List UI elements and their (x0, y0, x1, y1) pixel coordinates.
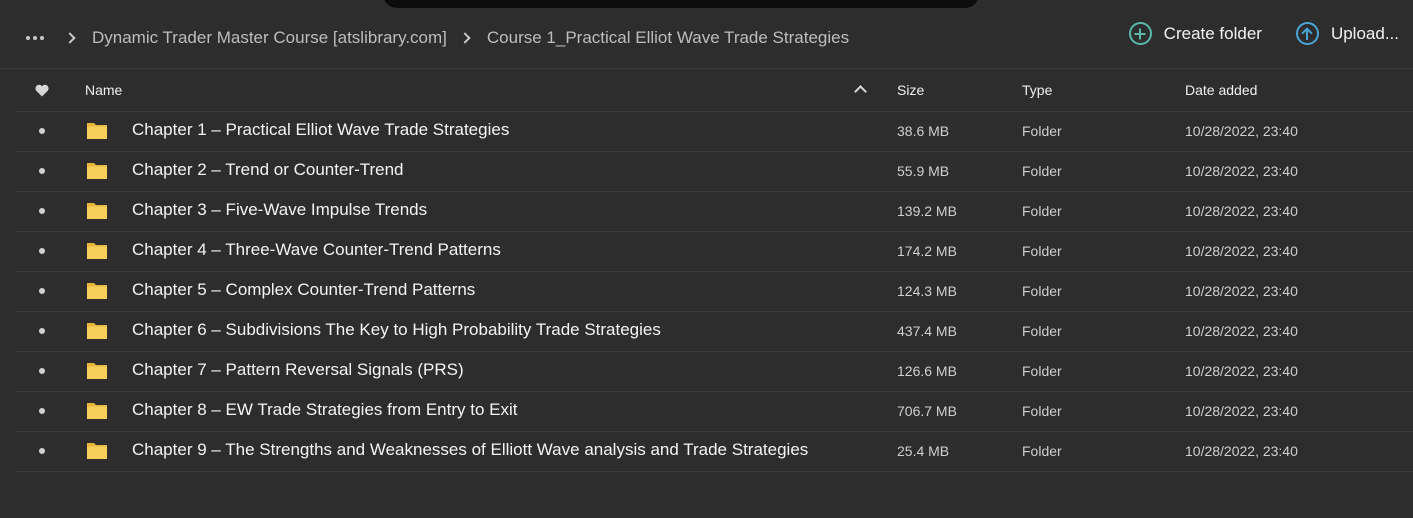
folder-icon (87, 203, 107, 219)
sort-ascending-icon[interactable] (854, 85, 867, 98)
table-row[interactable]: Chapter 7 – Pattern Reversal Signals (PR… (16, 352, 1413, 392)
file-name[interactable]: Chapter 1 – Practical Elliot Wave Trade … (132, 120, 509, 140)
file-size: 25.4 MB (897, 443, 950, 459)
file-type: Folder (1022, 163, 1062, 179)
breadcrumb-item-course[interactable]: Dynamic Trader Master Course [atslibrary… (92, 28, 447, 48)
header-bar: Dynamic Trader Master Course [atslibrary… (0, 0, 1413, 69)
file-date-added: 10/28/2022, 23:40 (1185, 363, 1298, 379)
table-row[interactable]: Chapter 5 – Complex Counter-Trend Patter… (16, 272, 1413, 312)
bullet-dot (39, 408, 45, 414)
bullet-dot (39, 448, 45, 454)
bullet-dot (39, 168, 45, 174)
file-type: Folder (1022, 123, 1062, 139)
table-row[interactable]: Chapter 2 – Trend or Counter-Trend 55.9 M… (16, 152, 1413, 192)
file-size: 38.6 MB (897, 123, 950, 139)
file-size: 126.6 MB (897, 363, 957, 379)
folder-icon (87, 403, 107, 419)
file-size: 124.3 MB (897, 283, 957, 299)
create-folder-button[interactable]: Create folder (1128, 22, 1262, 45)
folder-icon (87, 363, 107, 379)
table-row[interactable]: Chapter 6 – Subdivisions The Key to High… (16, 312, 1413, 352)
file-table: Name Size Type Date added Chapter 1 – Pr… (16, 70, 1413, 472)
column-header-name[interactable]: Name (85, 82, 122, 98)
column-header-size[interactable]: Size (897, 82, 924, 98)
table-row[interactable]: Chapter 3 – Five-Wave Impulse Trends 139.… (16, 192, 1413, 232)
file-date-added: 10/28/2022, 23:40 (1185, 403, 1298, 419)
breadcrumb: Dynamic Trader Master Course [atslibrary… (26, 24, 849, 52)
plus-circle-icon (1128, 22, 1152, 45)
upload-label: Upload... (1330, 23, 1399, 43)
folder-icon (87, 243, 107, 259)
file-name[interactable]: Chapter 7 – Pattern Reversal Signals (PR… (132, 360, 464, 380)
table-header: Name Size Type Date added (16, 70, 1413, 112)
bullet-dot (39, 208, 45, 214)
file-name[interactable]: Chapter 8 – EW Trade Strategies from Ent… (132, 400, 518, 420)
file-date-added: 10/28/2022, 23:40 (1185, 163, 1298, 179)
file-date-added: 10/28/2022, 23:40 (1185, 203, 1298, 219)
breadcrumb-item-current[interactable]: Course 1_Practical Elliot Wave Trade Str… (487, 28, 849, 48)
file-name[interactable]: Chapter 6 – Subdivisions The Key to High… (132, 320, 661, 340)
folder-icon (87, 163, 107, 179)
file-name[interactable]: Chapter 4 – Three-Wave Counter-Trend Pat… (132, 240, 501, 260)
upload-button[interactable]: Upload... (1295, 22, 1399, 45)
file-name[interactable]: Chapter 5 – Complex Counter-Trend Patter… (132, 280, 475, 300)
file-size: 706.7 MB (897, 403, 957, 419)
file-size: 174.2 MB (897, 243, 957, 259)
file-date-added: 10/28/2022, 23:40 (1185, 123, 1298, 139)
heart-icon[interactable] (35, 84, 49, 97)
folder-icon (87, 283, 107, 299)
file-type: Folder (1022, 443, 1062, 459)
header-actions: Create folder Upload... (1128, 22, 1399, 45)
file-size: 139.2 MB (897, 203, 957, 219)
column-header-date[interactable]: Date added (1185, 82, 1257, 98)
folder-icon (87, 323, 107, 339)
table-row[interactable]: Chapter 1 – Practical Elliot Wave Trade … (16, 112, 1413, 152)
file-size: 55.9 MB (897, 163, 950, 179)
file-date-added: 10/28/2022, 23:40 (1185, 443, 1298, 459)
upload-arrow-icon (1295, 22, 1319, 45)
file-type: Folder (1022, 283, 1062, 299)
file-date-added: 10/28/2022, 23:40 (1185, 323, 1298, 339)
file-type: Folder (1022, 203, 1062, 219)
file-date-added: 10/28/2022, 23:40 (1185, 283, 1298, 299)
file-type: Folder (1022, 323, 1062, 339)
chevron-right-icon (64, 32, 76, 44)
file-type: Folder (1022, 243, 1062, 259)
file-size: 437.4 MB (897, 323, 957, 339)
column-header-type[interactable]: Type (1022, 82, 1052, 98)
table-row[interactable]: Chapter 8 – EW Trade Strategies from Ent… (16, 392, 1413, 432)
create-folder-label: Create folder (1163, 23, 1262, 43)
file-date-added: 10/28/2022, 23:40 (1185, 243, 1298, 259)
folder-icon (87, 123, 107, 139)
more-options-icon[interactable] (26, 36, 44, 40)
file-name[interactable]: Chapter 9 – The Strengths and Weaknesses… (132, 440, 808, 460)
bullet-dot (39, 288, 45, 294)
file-type: Folder (1022, 363, 1062, 379)
file-name[interactable]: Chapter 3 – Five-Wave Impulse Trends (132, 200, 427, 220)
bullet-dot (39, 368, 45, 374)
bullet-dot (39, 248, 45, 254)
bullet-dot (39, 328, 45, 334)
file-type: Folder (1022, 403, 1062, 419)
bullet-dot (39, 128, 45, 134)
table-row[interactable]: Chapter 9 – The Strengths and Weaknesses… (16, 432, 1413, 472)
table-body: Chapter 1 – Practical Elliot Wave Trade … (16, 112, 1413, 472)
table-row[interactable]: Chapter 4 – Three-Wave Counter-Trend Pat… (16, 232, 1413, 272)
folder-icon (87, 443, 107, 459)
chevron-right-icon (459, 32, 471, 44)
file-name[interactable]: Chapter 2 – Trend or Counter-Trend (132, 160, 404, 180)
